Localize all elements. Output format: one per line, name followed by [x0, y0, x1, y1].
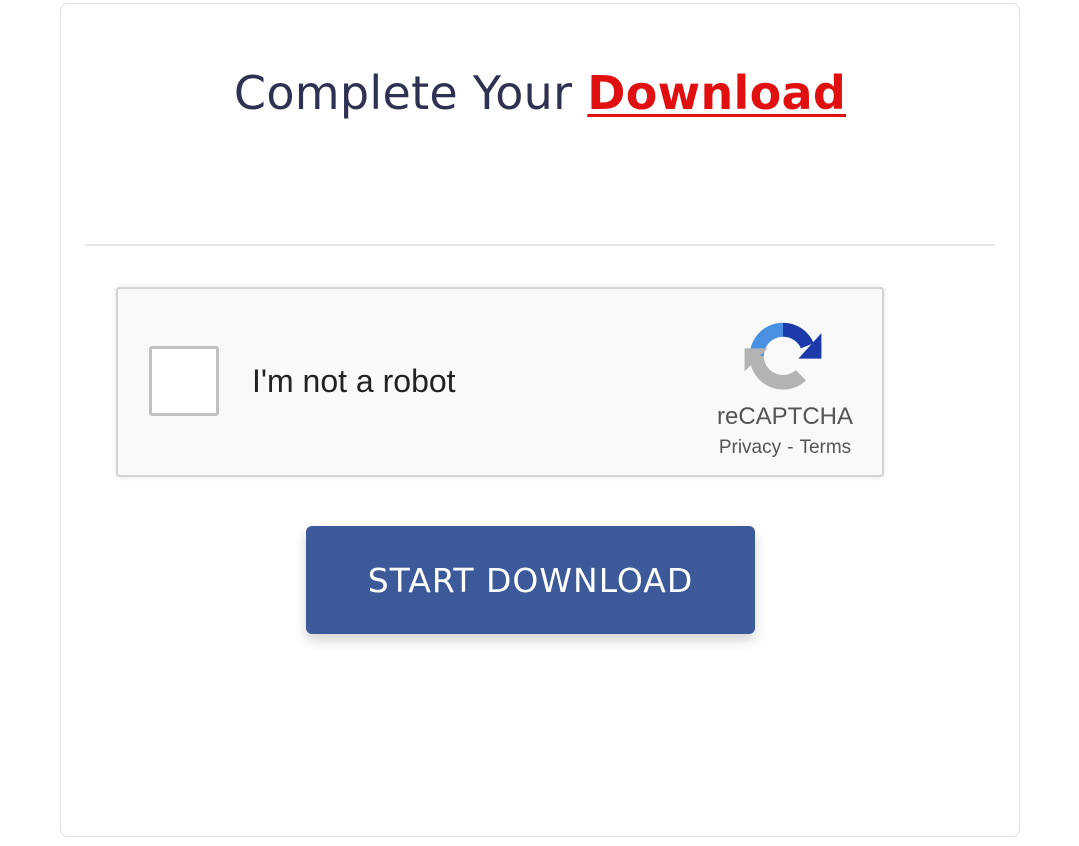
recaptcha-brand: reCAPTCHA	[716, 403, 854, 430]
terms-link[interactable]: Terms	[799, 437, 851, 458]
recaptcha-links: Privacy - Terms	[688, 437, 882, 459]
download-link[interactable]: Download	[587, 66, 846, 120]
privacy-link[interactable]: Privacy	[719, 437, 781, 458]
title-prefix: Complete Your	[233, 66, 573, 120]
page-title: Complete Your Download	[61, 66, 1019, 120]
start-download-button[interactable]: START DOWNLOAD	[306, 526, 755, 634]
not-robot-checkbox[interactable]	[149, 346, 219, 416]
recaptcha-widget: I'm not a robot reCAPTCHA Privacy - Terms	[116, 287, 884, 477]
recaptcha-logo-icon	[744, 322, 822, 390]
download-card: Complete Your Download I'm not a robot r…	[60, 3, 1020, 837]
not-robot-label: I'm not a robot	[252, 363, 456, 399]
links-separator: -	[787, 437, 794, 458]
divider	[85, 244, 995, 246]
